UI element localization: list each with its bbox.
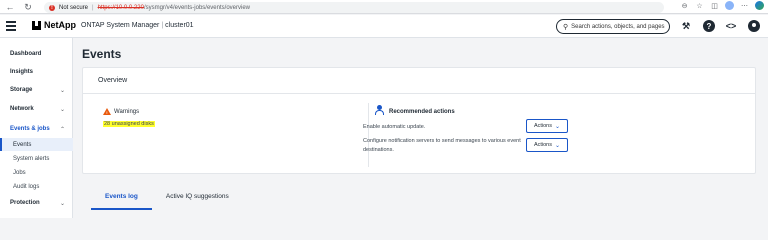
- sidebar-subitem-label: Audit logs: [13, 183, 40, 190]
- tab-label: Active IQ suggestions: [165, 192, 229, 200]
- star-icon[interactable]: ☆: [695, 1, 704, 10]
- url-host: https://10.0.0.220: [97, 4, 144, 11]
- actions-button-label: Actions: [533, 123, 552, 129]
- browser-logo-icon[interactable]: [755, 1, 764, 10]
- back-icon[interactable]: ←: [2, 0, 18, 14]
- tools-icon[interactable]: ⚒: [680, 20, 692, 32]
- code-icon[interactable]: <>: [725, 20, 737, 32]
- more-icon[interactable]: ⋯: [740, 1, 749, 10]
- collections-icon[interactable]: ◫: [710, 1, 719, 10]
- sidebar: Dashboard Insights Storage ⌄ Network ⌄ Eve…: [0, 38, 73, 218]
- sidebar-item-insights[interactable]: Insights: [0, 65, 73, 79]
- netapp-logo-icon: [32, 20, 41, 30]
- chevron-up-icon: ⌃: [59, 126, 65, 133]
- minus-icon[interactable]: ⊖: [680, 1, 689, 10]
- chevron-down-icon: ⌄: [555, 142, 561, 149]
- sidebar-item-storage[interactable]: Storage ⌄: [0, 83, 73, 97]
- tab-active-iq-suggestions[interactable]: Active IQ suggestions: [166, 186, 229, 206]
- chevron-down-icon: ⌄: [59, 106, 65, 113]
- address-separator: |: [92, 4, 94, 11]
- sidebar-item-label: Events & jobs: [10, 126, 50, 132]
- sidebar-subitem-events[interactable]: Events: [0, 138, 73, 151]
- sidebar-item-network[interactable]: Network ⌄: [0, 102, 73, 116]
- product-title: ONTAP System Manager | cluster01: [81, 22, 194, 29]
- chevron-down-icon: ⌄: [59, 200, 65, 207]
- url-path: /sysmgr/v4/events-jobs/events/overview: [143, 4, 250, 11]
- unassigned-disks-link[interactable]: 28 unassigned disks: [103, 121, 155, 127]
- sidebar-item-protection[interactable]: Protection ⌄: [0, 196, 73, 210]
- address-bar[interactable]: ! Not secure | https://10.0.0.220/sysmgr…: [44, 2, 664, 13]
- netapp-logo[interactable]: NetApp: [32, 20, 76, 30]
- search-icon: ⚲: [563, 23, 569, 31]
- overview-card: Overview ! Warnings 28 unassigned disks …: [82, 67, 756, 174]
- page-title: Events: [82, 47, 122, 61]
- tab-label: Events log: [105, 192, 138, 200]
- search-input[interactable]: ⚲ Search actions, objects, and pages: [556, 19, 670, 34]
- sidebar-subitem-label: System alerts: [13, 155, 50, 162]
- app-header: NetApp ONTAP System Manager | cluster01 ⚲ …: [0, 15, 768, 38]
- sidebar-item-events-jobs[interactable]: Events & jobs ⌃: [0, 122, 73, 136]
- overview-heading: Overview: [83, 68, 755, 94]
- sidebar-item-label: Insights: [10, 69, 34, 75]
- recommendation-text: Enable automatic update.: [363, 124, 426, 130]
- sidebar-subitem-jobs[interactable]: Jobs: [0, 166, 73, 179]
- recommended-actions-title: Recommended actions: [389, 109, 455, 115]
- sidebar-subitem-system-alerts[interactable]: System alerts: [0, 152, 73, 165]
- actions-button-label: Actions: [533, 142, 552, 148]
- reload-icon[interactable]: ↻: [20, 0, 36, 14]
- security-label: Not secure: [59, 4, 89, 11]
- sidebar-subitem-label: Jobs: [13, 169, 26, 176]
- browser-toolbar: ← ↻ ! Not secure | https://10.0.0.220/sy…: [0, 0, 768, 14]
- sidebar-item-label: Network: [10, 106, 34, 112]
- product-name: ONTAP System Manager: [81, 22, 160, 29]
- chevron-down-icon: ⌄: [555, 123, 561, 130]
- recommendation-text: Configure notification servers to send m…: [363, 138, 521, 153]
- sidebar-subitem-label: Events: [13, 141, 32, 148]
- recommendation-icon: [375, 105, 384, 115]
- title-divider: |: [161, 22, 164, 29]
- user-icon[interactable]: [748, 20, 760, 32]
- browser-profile-icon[interactable]: [725, 1, 734, 10]
- sidebar-item-dashboard[interactable]: Dashboard: [0, 47, 73, 61]
- help-icon[interactable]: ?: [703, 20, 715, 32]
- not-secure-icon: !: [49, 4, 55, 11]
- tab-events-log[interactable]: Events log: [91, 186, 152, 210]
- brand-name: NetApp: [44, 20, 76, 30]
- chevron-down-icon: ⌄: [59, 87, 65, 94]
- sidebar-item-label: Dashboard: [10, 51, 42, 57]
- menu-icon[interactable]: [6, 21, 16, 31]
- warning-icon-mark: !: [106, 110, 108, 115]
- events-tabs: Events log Active IQ suggestions: [82, 186, 229, 210]
- search-placeholder: Search actions, objects, and pages: [571, 23, 665, 30]
- section-divider: [368, 103, 369, 167]
- sidebar-item-label: Protection: [10, 200, 40, 206]
- sidebar-item-label: Storage: [10, 87, 33, 93]
- actions-button[interactable]: Actions ⌄: [526, 119, 568, 133]
- warnings-title: Warnings: [114, 109, 140, 115]
- cluster-name: cluster01: [165, 22, 194, 29]
- actions-button[interactable]: Actions ⌄: [526, 138, 568, 152]
- sidebar-subitem-audit-logs[interactable]: Audit logs: [0, 180, 73, 193]
